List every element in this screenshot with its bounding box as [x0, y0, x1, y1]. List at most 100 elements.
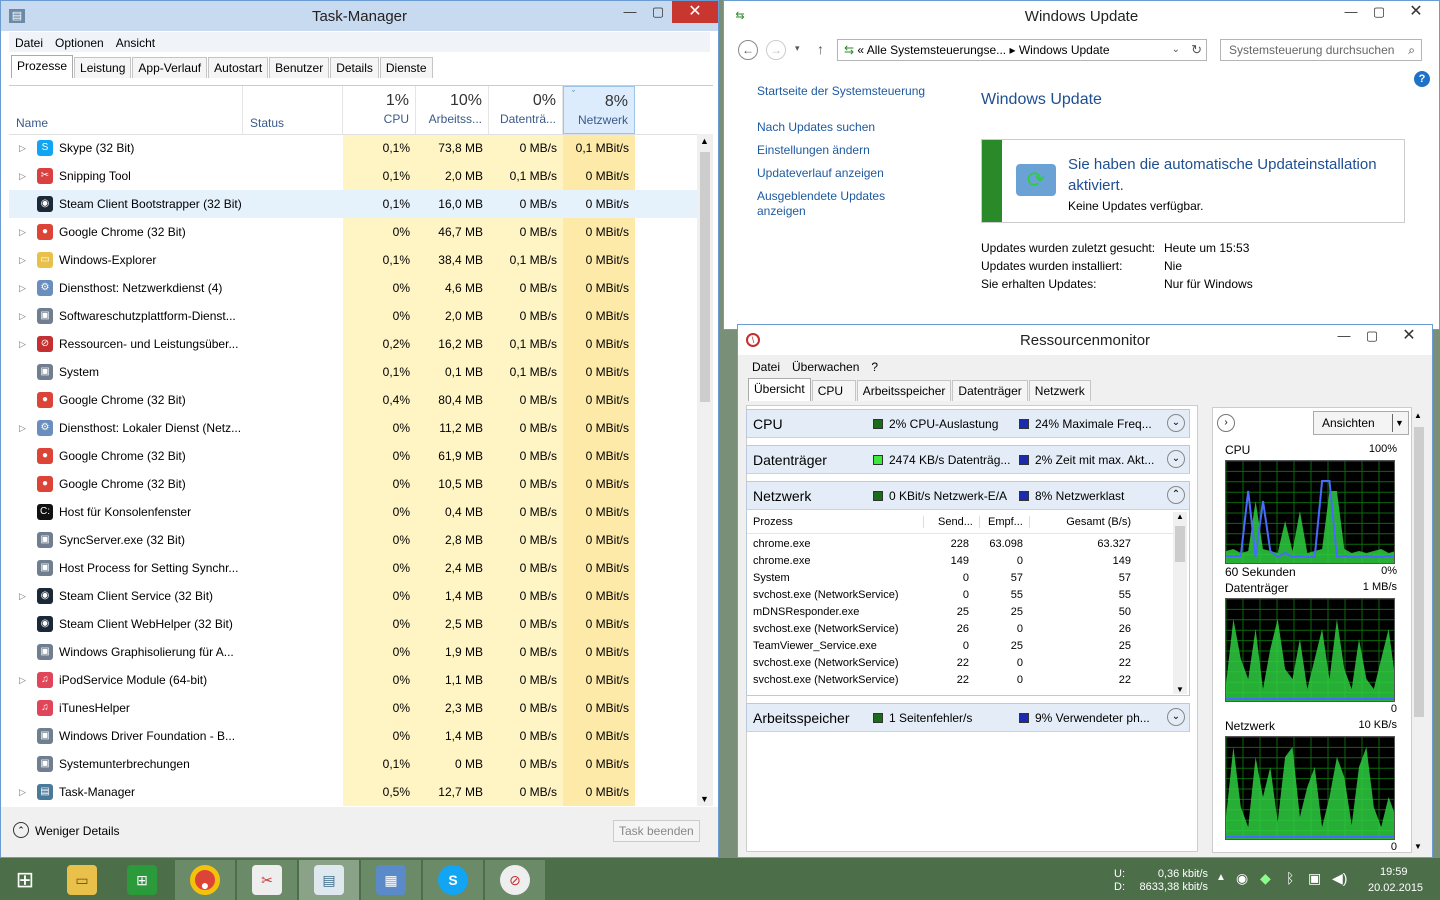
close-button[interactable]: ✕ — [1386, 325, 1432, 347]
expand-arrow-icon[interactable]: ▷ — [19, 143, 29, 154]
tab-arbeitsspeicher[interactable]: Arbeitsspeicher — [856, 380, 952, 401]
panel-cpu[interactable]: CPU 2% CPU-Auslastung 24% Maximale Freq.… — [746, 409, 1190, 438]
start-button[interactable]: ⊞ — [0, 860, 50, 900]
col-gesamt[interactable]: Gesamt (B/s) — [1029, 516, 1137, 528]
process-row[interactable]: ▷ S Skype (32 Bit) 0,1% 73,8 MB 0 MB/s 0,1 MBi… — [9, 134, 697, 162]
col-prozess[interactable]: Prozess — [753, 516, 793, 528]
link-change-settings[interactable]: Einstellungen ändern — [757, 143, 870, 157]
process-row[interactable]: ▷ ◉ Steam Client Service (32 Bit) 0% 1,4 MB 0… — [9, 582, 697, 610]
tab-autostart[interactable]: Autostart — [208, 57, 269, 78]
tab-datentraeger[interactable]: Datenträger — [952, 380, 1028, 401]
taskbar-resource-monitor[interactable]: ⊘ — [485, 860, 545, 900]
tab-benutzer[interactable]: Benutzer — [269, 57, 330, 78]
graphs-scrollbar[interactable]: ▲ ▼ — [1412, 411, 1426, 851]
refresh-icon[interactable]: ↻ — [1191, 40, 1202, 60]
expand-arrow-icon[interactable]: ▷ — [19, 675, 29, 686]
menu-help[interactable]: ? — [865, 356, 884, 376]
maximize-button[interactable]: ▢ — [1358, 325, 1386, 347]
network-process-row[interactable]: chrome.exe 228 63.098 63.327 — [747, 536, 1177, 553]
up-icon[interactable]: ↑ — [817, 41, 824, 57]
minimize-button[interactable]: — — [616, 1, 644, 23]
fewer-details-link[interactable]: Weniger Details — [35, 824, 119, 838]
mem-expand-chevron-icon[interactable]: ⌄ — [1167, 708, 1185, 726]
scroll-up-icon[interactable]: ▲ — [1414, 411, 1422, 420]
views-dropdown-icon[interactable]: ▼ — [1392, 414, 1406, 432]
shield-tray-icon[interactable]: ◆ — [1260, 870, 1271, 887]
process-row[interactable]: ▷ ⊘ Ressourcen- und Leistungsüber... 0,2% 16… — [9, 330, 697, 358]
task-manager-titlebar[interactable]: ▤ Task-Manager — [1, 1, 718, 31]
col-name[interactable]: Name — [9, 86, 243, 134]
network-process-row[interactable]: svchost.exe (NetworkService) 26 0 26 — [747, 621, 1177, 638]
process-row[interactable]: ▷ ⚙ Diensthost: Netzwerkdienst (4) 0% 4,6 MB… — [9, 274, 697, 302]
net-collapse-chevron-icon[interactable]: ⌃ — [1167, 486, 1185, 504]
menu-datei[interactable]: Datei — [9, 32, 49, 52]
scroll-down-icon[interactable]: ▼ — [700, 794, 709, 804]
process-list-scrollbar[interactable]: ▲ ▼ — [697, 134, 713, 806]
process-row[interactable]: ▷ ▣ Softwareschutzplattform-Dienst... 0% 2,0… — [9, 302, 697, 330]
tab-netzwerk[interactable]: Netzwerk — [1028, 380, 1091, 401]
expand-arrow-icon[interactable]: ▷ — [19, 227, 29, 238]
menu-optionen[interactable]: Optionen — [49, 32, 110, 52]
link-control-panel-home[interactable]: Startseite der Systemsteuerung — [757, 84, 925, 98]
expand-arrow-icon[interactable]: ▷ — [19, 255, 29, 266]
expand-arrow-icon[interactable]: ▷ — [19, 423, 29, 434]
resource-monitor-titlebar[interactable]: \ Ressourcenmonitor — [738, 325, 1432, 355]
col-empf[interactable]: Empf... — [979, 516, 1029, 528]
process-row[interactable]: ▣ System 0,1% 0,1 MB 0,1 MB/s 0 MBit/s — [9, 358, 697, 386]
expand-arrow-icon[interactable]: ▷ — [19, 171, 29, 182]
panel-memory[interactable]: Arbeitsspeicher 1 Seitenfehler/s 9% Verw… — [746, 703, 1190, 732]
process-row[interactable]: ▣ Windows Driver Foundation - B... 0% 1,4 M… — [9, 722, 697, 750]
clock-date[interactable]: 20.02.2015 — [1368, 882, 1423, 894]
process-row[interactable]: ▣ Systemunterbrechungen 0,1% 0 MB 0 MB/s 0 MB… — [9, 750, 697, 778]
maximize-button[interactable]: ▢ — [1365, 1, 1393, 23]
tab-app-verlauf[interactable]: App-Verlauf — [132, 57, 208, 78]
process-row[interactable]: ● Google Chrome (32 Bit) 0% 10,5 MB 0 MB/s 0 … — [9, 470, 697, 498]
process-row[interactable]: ● Google Chrome (32 Bit) 0,4% 80,4 MB 0 MB/s… — [9, 386, 697, 414]
clock-time[interactable]: 19:59 — [1380, 866, 1408, 878]
views-button[interactable]: Ansichten ▼ — [1313, 411, 1409, 435]
close-button[interactable]: ✕ — [1393, 1, 1439, 23]
menu-ueberwachen[interactable]: Überwachen — [786, 356, 865, 376]
link-hidden-updates[interactable]: Ausgeblendete Updates anzeigen — [757, 189, 907, 219]
tray-expand-icon[interactable]: ▲ — [1216, 872, 1226, 883]
end-task-button[interactable]: Task beenden — [613, 820, 700, 842]
process-row[interactable]: ◉ Steam Client WebHelper (32 Bit) 0% 2,5 MB… — [9, 610, 697, 638]
bluetooth-icon[interactable]: ᛒ — [1286, 870, 1294, 886]
menu-ansicht[interactable]: Ansicht — [110, 32, 161, 52]
panel-disk[interactable]: Datenträger 2474 KB/s Datenträg... 2% Ze… — [746, 445, 1190, 474]
windows-update-titlebar[interactable]: ⇆ Windows Update — [724, 1, 1439, 31]
disk-expand-chevron-icon[interactable]: ⌄ — [1167, 450, 1185, 468]
address-dropdown-icon[interactable]: ⌄ — [1172, 40, 1180, 60]
taskbar-store[interactable]: ⊞ — [112, 860, 172, 900]
process-row[interactable]: ▷ ▭ Windows-Explorer 0,1% 38,4 MB 0,1 MB/s 0 M… — [9, 246, 697, 274]
tab-prozesse[interactable]: Prozesse — [11, 55, 74, 78]
scrollbar-thumb[interactable] — [700, 152, 710, 402]
help-icon[interactable]: ? — [1414, 71, 1430, 87]
minimize-button[interactable]: — — [1337, 1, 1365, 23]
network-process-row[interactable]: svchost.exe (NetworkService) 22 0 22 — [747, 655, 1177, 672]
link-check-updates[interactable]: Nach Updates suchen — [757, 120, 875, 134]
col-network[interactable]: ˇ 8% Netzwerk — [563, 86, 635, 134]
taskbar-task-manager[interactable]: ▤ — [299, 860, 359, 900]
taskbar-snipping-tool[interactable]: ✂ — [237, 860, 297, 900]
expand-arrow-icon[interactable]: ▷ — [19, 787, 29, 798]
tab-cpu[interactable]: CPU — [811, 380, 856, 401]
process-row[interactable]: ▷ ♫ iPodService Module (64-bit) 0% 1,1 MB 0 M… — [9, 666, 697, 694]
scroll-up-icon[interactable]: ▲ — [1176, 512, 1184, 521]
chevron-right-icon[interactable]: › — [1217, 414, 1235, 432]
scrollbar-thumb[interactable] — [1175, 526, 1185, 562]
taskbar-chrome[interactable]: ● — [175, 860, 235, 900]
taskbar-skype[interactable]: S — [423, 860, 483, 900]
forward-icon[interactable]: → — [766, 40, 786, 60]
network-tray-icon[interactable]: ▣ — [1308, 870, 1321, 887]
process-row[interactable]: ♫ iTunesHelper 0% 2,3 MB 0 MB/s 0 MBit/s — [9, 694, 697, 722]
col-send[interactable]: Send... — [923, 516, 973, 528]
taskbar-control-panel[interactable]: ▦ — [361, 860, 421, 900]
search-input[interactable]: Systemsteuerung durchsuchen ⌕ — [1220, 39, 1422, 61]
steam-tray-icon[interactable]: ◉ — [1236, 870, 1248, 887]
process-row[interactable]: ▷ ▤ Task-Manager 0,5% 12,7 MB 0 MB/s 0 MBit/s — [9, 778, 697, 806]
scroll-up-icon[interactable]: ▲ — [700, 136, 709, 146]
network-table-scrollbar[interactable]: ▲ ▼ — [1173, 512, 1187, 694]
process-row[interactable]: ◉ Steam Client Bootstrapper (32 Bit) 0,1% 1… — [9, 190, 697, 218]
network-process-row[interactable]: System 0 57 57 — [747, 570, 1177, 587]
